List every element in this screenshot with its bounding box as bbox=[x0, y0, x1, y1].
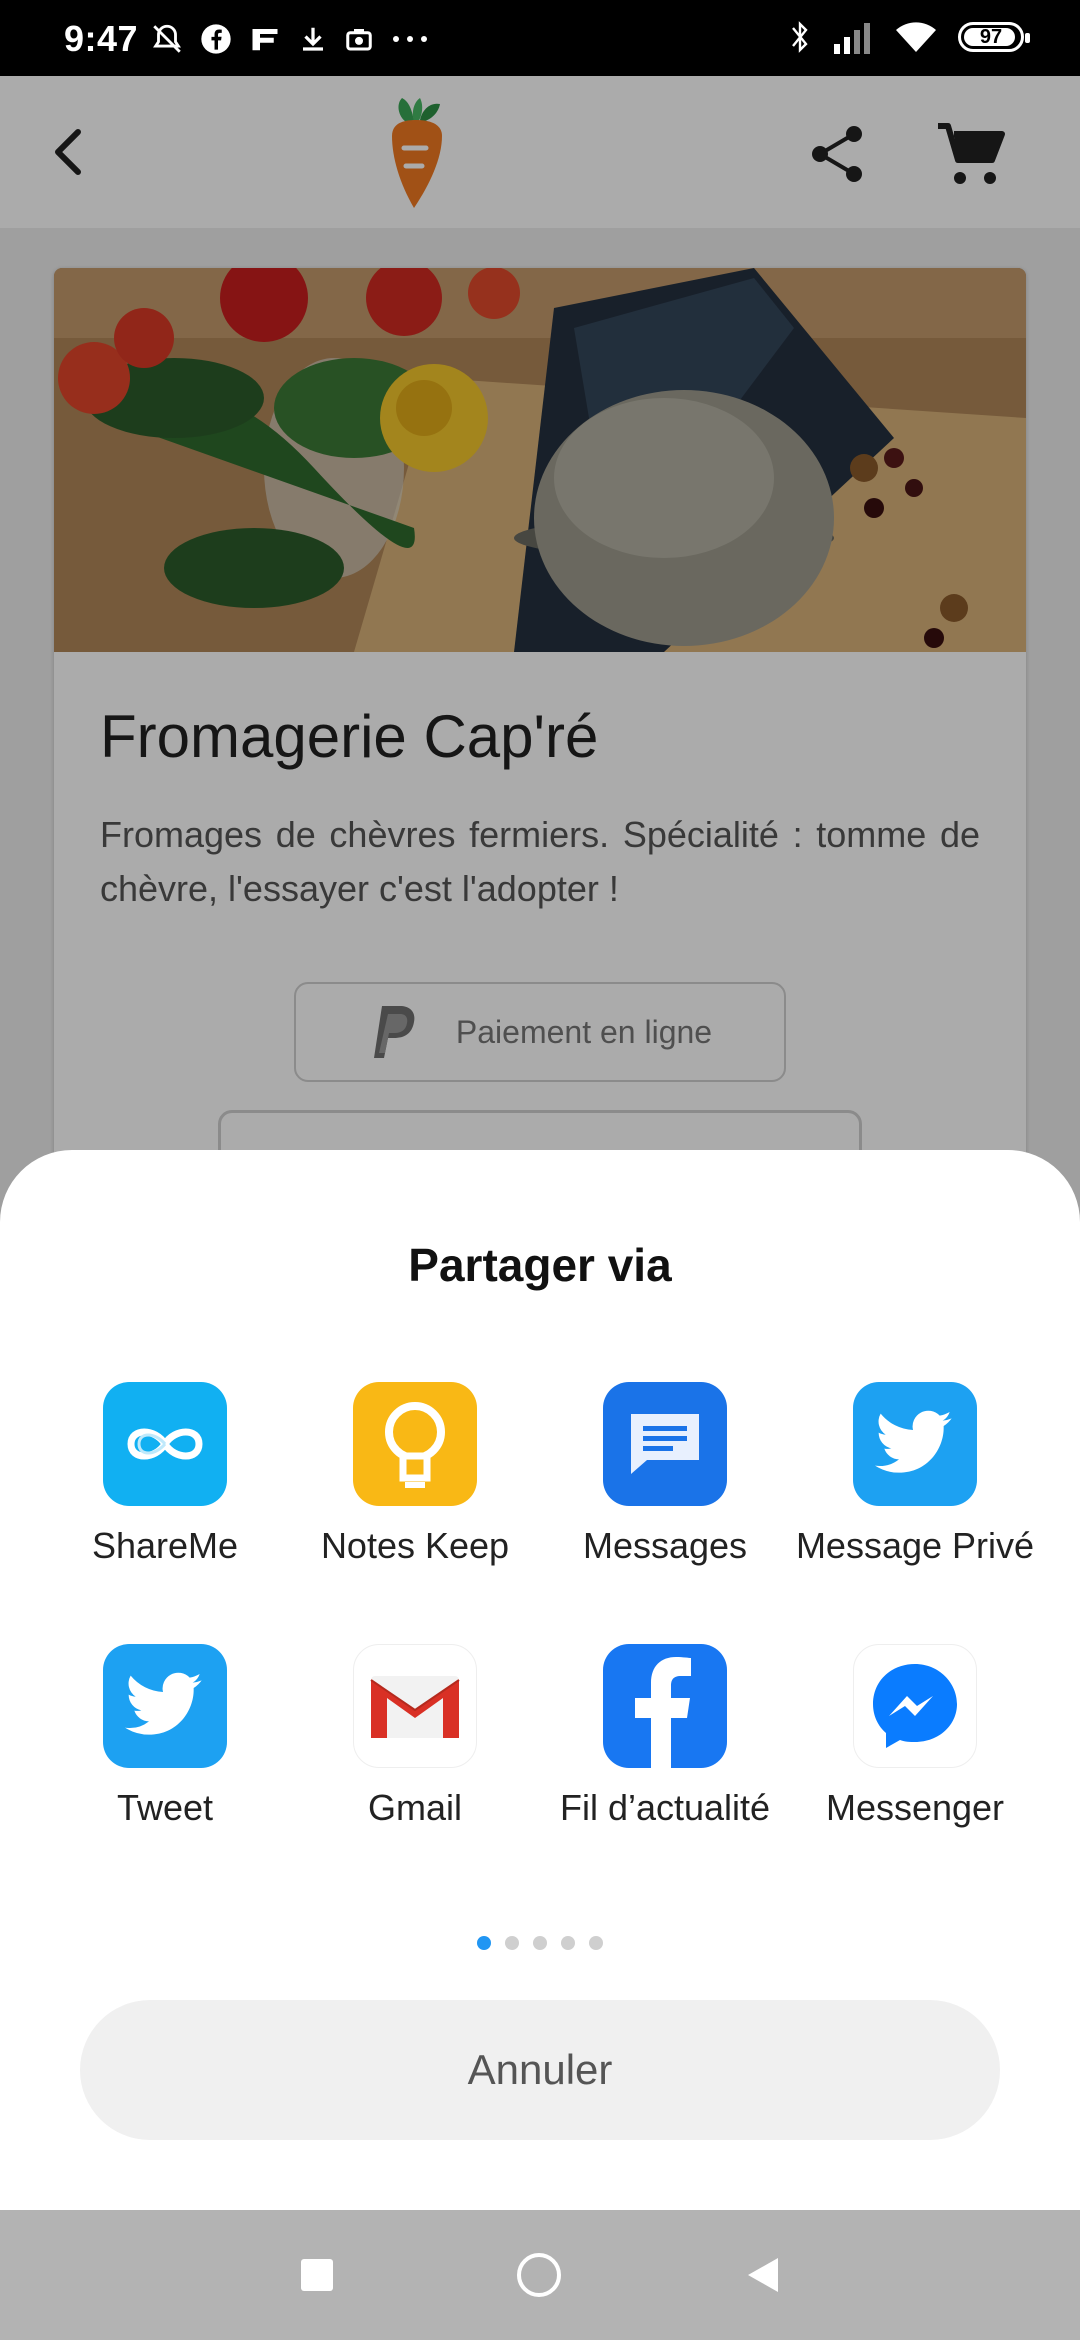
messenger-icon bbox=[853, 1644, 977, 1768]
facebook-icon bbox=[603, 1644, 727, 1768]
share-app-label: Notes Keep bbox=[320, 1525, 510, 1566]
share-app-gmail[interactable]: Gmail bbox=[290, 1644, 540, 1830]
share-app-fil-actualite[interactable]: Fil d’actualité bbox=[540, 1644, 790, 1830]
share-app-label: Tweet bbox=[116, 1787, 214, 1828]
f-app-icon bbox=[252, 29, 278, 51]
share-app-messages[interactable]: Messages bbox=[540, 1382, 790, 1568]
share-sheet-title: Partager via bbox=[408, 1239, 672, 1291]
battery-level: 97 bbox=[979, 25, 1003, 48]
signal-icon bbox=[834, 23, 870, 54]
twitter-bird-icon bbox=[853, 1382, 977, 1506]
page-dot[interactable] bbox=[533, 1936, 547, 1950]
keep-bulb-icon bbox=[353, 1382, 477, 1506]
system-nav-bar bbox=[0, 2210, 1080, 2340]
share-app-label: Fil d’actualité bbox=[559, 1787, 771, 1828]
more-dots-icon bbox=[393, 36, 427, 42]
page-dot[interactable] bbox=[561, 1936, 575, 1950]
status-icons-left bbox=[150, 22, 430, 56]
mute-bell-icon bbox=[153, 24, 181, 53]
share-app-label: Messenger bbox=[825, 1787, 1005, 1828]
gmail-icon bbox=[353, 1644, 477, 1768]
shareme-icon bbox=[103, 1382, 227, 1506]
status-time: 9:47 bbox=[64, 18, 139, 59]
share-app-tweet[interactable]: Tweet bbox=[40, 1644, 290, 1830]
share-sheet: Partager via ShareMe Notes Keep Messages… bbox=[0, 1150, 1080, 2210]
bluetooth-icon bbox=[792, 21, 808, 53]
share-app-notes-keep[interactable]: Notes Keep bbox=[290, 1382, 540, 1568]
back-triangle-icon[interactable] bbox=[738, 2250, 788, 2300]
share-app-label: Gmail bbox=[367, 1787, 462, 1828]
share-app-messenger[interactable]: Messenger bbox=[790, 1644, 1040, 1830]
battery-icon: 97 bbox=[958, 22, 1030, 52]
facebook-icon bbox=[201, 24, 231, 54]
share-app-label: Message Privé bbox=[795, 1525, 1035, 1566]
share-app-label: ShareMe bbox=[91, 1525, 239, 1566]
camera-icon bbox=[346, 29, 372, 51]
page-dot[interactable] bbox=[477, 1936, 491, 1950]
messages-icon bbox=[603, 1382, 727, 1506]
download-icon bbox=[303, 27, 323, 51]
share-app-message-prive[interactable]: Message Privé bbox=[790, 1382, 1040, 1568]
share-app-shareme[interactable]: ShareMe bbox=[40, 1382, 290, 1568]
share-app-label: Messages bbox=[582, 1525, 748, 1566]
page-indicator bbox=[0, 1936, 1080, 1950]
page-dot[interactable] bbox=[589, 1936, 603, 1950]
recent-apps-square-icon[interactable] bbox=[292, 2250, 342, 2300]
cancel-button[interactable]: Annuler bbox=[80, 2000, 1000, 2140]
wifi-icon bbox=[896, 22, 936, 52]
status-bar: 9:47 97 bbox=[0, 0, 1080, 76]
status-icons-right: 97 bbox=[788, 18, 1030, 56]
twitter-bird-icon bbox=[103, 1644, 227, 1768]
page-dot[interactable] bbox=[505, 1936, 519, 1950]
home-circle-icon[interactable] bbox=[514, 2250, 564, 2300]
